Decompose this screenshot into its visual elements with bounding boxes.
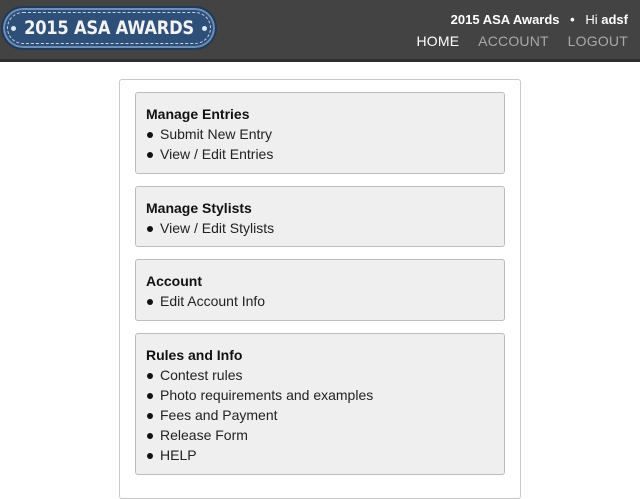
account-title: Account (146, 273, 202, 289)
logo[interactable]: 2015 ASA AWARDS (1, 6, 217, 50)
main-nav: HOME ACCOUNT LOGOUT (401, 33, 628, 49)
app-name: 2015 ASA Awards (450, 12, 560, 27)
rules-info-list: Contest rules Photo requirements and exa… (146, 365, 494, 465)
nav-home-link[interactable]: HOME (416, 33, 459, 49)
contest-rules-link[interactable]: Contest rules (146, 365, 494, 385)
submit-new-entry-link[interactable]: Submit New Entry (146, 124, 494, 144)
account-list: Edit Account Info (146, 291, 494, 311)
top-bar: 2015 ASA AWARDS 2015 ASA Awards • Hi ads… (0, 0, 640, 62)
rules-info-title: Rules and Info (146, 347, 243, 363)
username: adsf (601, 12, 628, 27)
manage-entries-title: Manage Entries (146, 106, 250, 122)
manage-entries-list: Submit New Entry View / Edit Entries (146, 124, 494, 164)
edit-account-info-link[interactable]: Edit Account Info (146, 291, 494, 311)
manage-stylists-list: View / Edit Stylists (146, 218, 494, 238)
logo-text: 2015 ASA AWARDS (24, 17, 194, 39)
account-card: Account Edit Account Info (135, 259, 505, 321)
separator-dot: • (570, 12, 575, 27)
view-edit-stylists-link[interactable]: View / Edit Stylists (146, 218, 494, 238)
nav-account-link[interactable]: ACCOUNT (478, 33, 549, 49)
rules-info-card: Rules and Info Contest rules Photo requi… (135, 333, 505, 475)
user-info: 2015 ASA Awards • Hi adsf (451, 12, 628, 27)
help-link[interactable]: HELP (146, 445, 494, 465)
manage-stylists-title: Manage Stylists (146, 200, 252, 216)
nav-logout-link[interactable]: LOGOUT (568, 33, 628, 49)
release-form-link[interactable]: Release Form (146, 425, 494, 445)
photo-requirements-link[interactable]: Photo requirements and examples (146, 385, 494, 405)
manage-stylists-card: Manage Stylists View / Edit Stylists (135, 186, 505, 247)
view-edit-entries-link[interactable]: View / Edit Entries (146, 144, 494, 164)
logo-dot-right (202, 26, 207, 31)
logo-dot-left (11, 26, 16, 31)
fees-payment-link[interactable]: Fees and Payment (146, 405, 494, 425)
greeting: Hi (585, 12, 598, 27)
manage-entries-card: Manage Entries Submit New Entry View / E… (135, 92, 505, 174)
